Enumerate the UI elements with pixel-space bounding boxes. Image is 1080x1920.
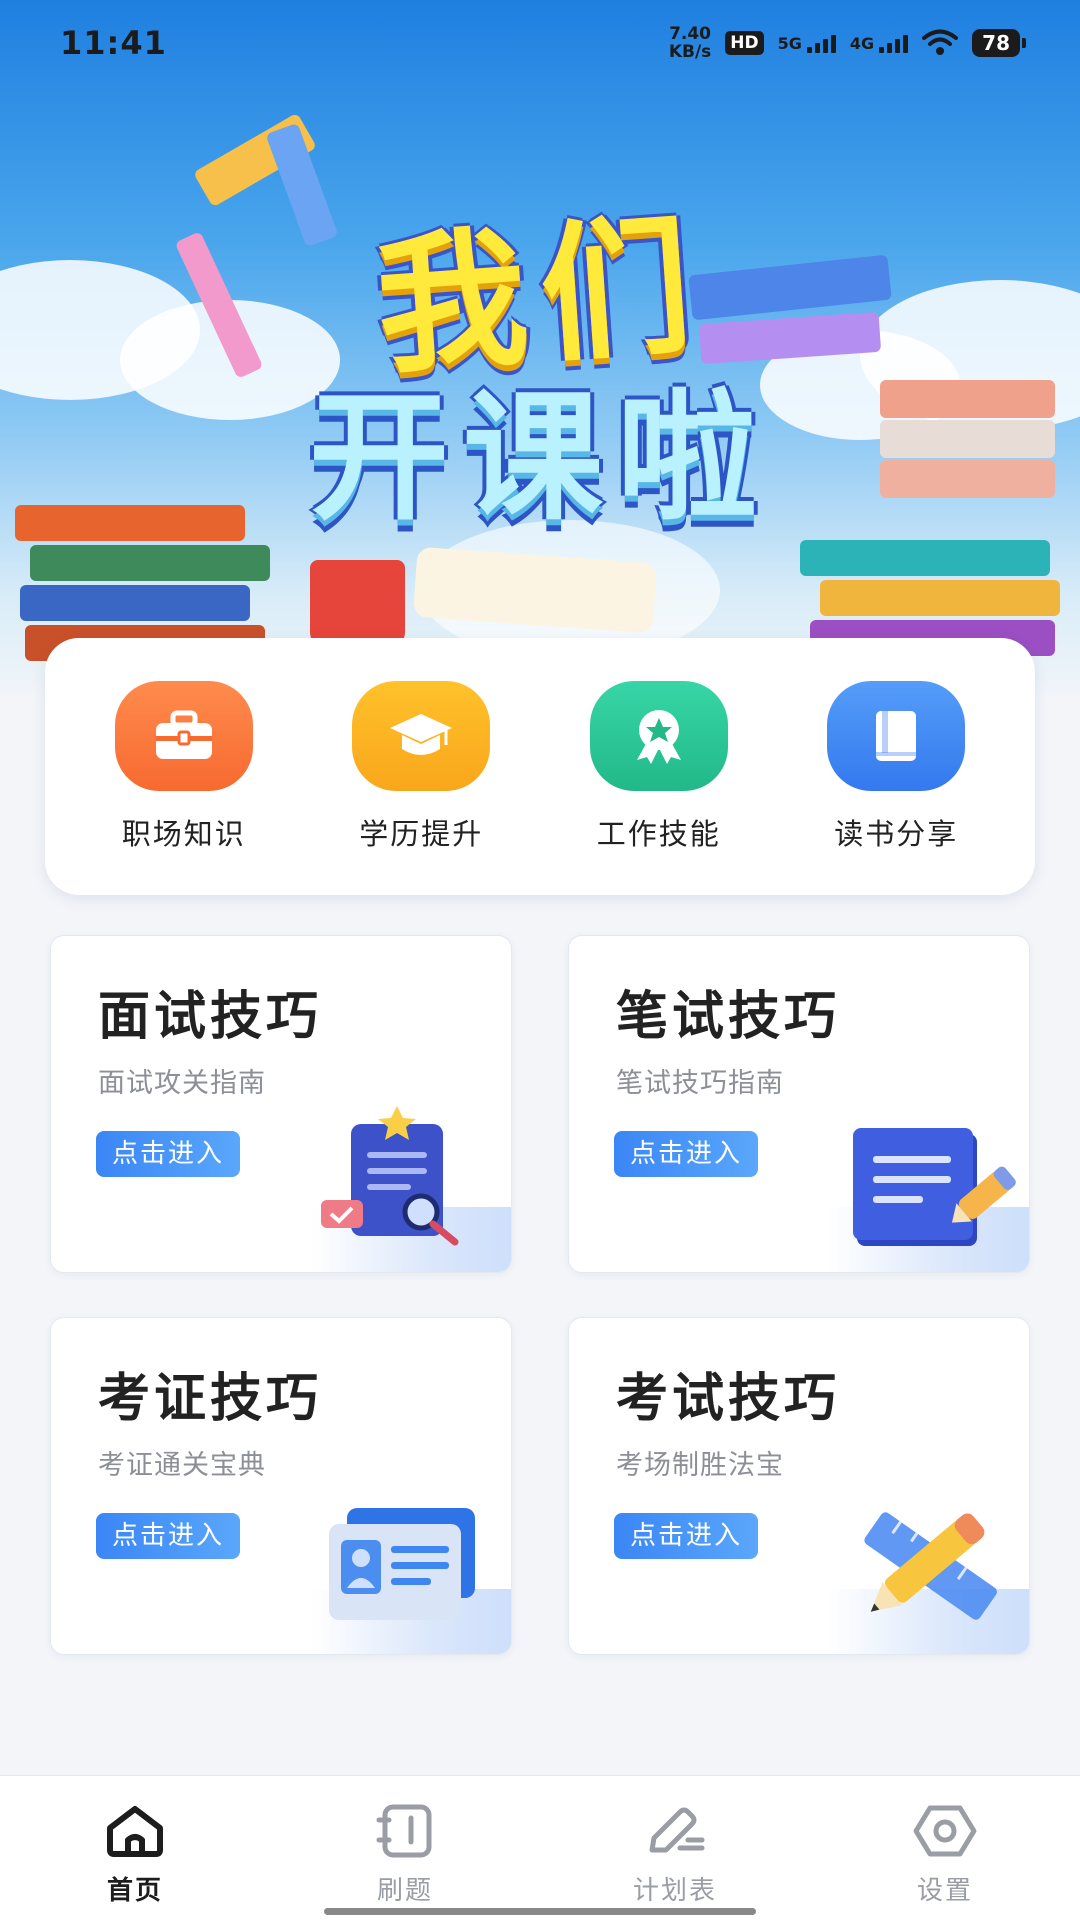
category-label: 学历提升	[359, 816, 484, 851]
network-speed: 7.40 KB/s	[668, 24, 712, 62]
category-work-skills[interactable]: 工作技能	[559, 680, 759, 853]
category-label: 工作技能	[596, 816, 721, 851]
skill-subtitle: 笔试技巧指南	[616, 1068, 784, 1099]
category-label: 职场知识	[121, 816, 246, 851]
enter-button[interactable]: 点击进入	[96, 1513, 241, 1559]
signal-5g-icon: 5G	[778, 34, 836, 53]
notebook-icon	[376, 1804, 432, 1858]
tab-label: 计划表	[632, 1876, 717, 1906]
edit-pen-icon	[649, 1807, 705, 1853]
tab-label: 首页	[106, 1876, 163, 1906]
signal-4g-icon: 4G	[850, 34, 909, 53]
id-card-icon	[329, 1508, 475, 1620]
document-pencil-icon	[853, 1128, 1016, 1246]
tab-label: 设置	[916, 1876, 973, 1906]
book-icon	[827, 680, 966, 791]
skill-card-certification[interactable]: 考证技巧 考证通关宝典 点击进入	[50, 1317, 512, 1655]
wifi-icon	[922, 29, 959, 55]
award-badge-icon	[589, 680, 728, 791]
battery-indicator: 78	[972, 29, 1026, 57]
skill-card-interview[interactable]: 面试技巧 面试攻关指南 点击进入	[50, 935, 512, 1273]
pencil-ruler-icon	[864, 1512, 997, 1620]
home-indicator[interactable]	[324, 1908, 756, 1915]
settings-icon	[913, 1805, 977, 1857]
status-time: 11:41	[60, 24, 167, 62]
tab-practice[interactable]: 刷题	[305, 1776, 505, 1920]
skill-title: 笔试技巧	[616, 987, 841, 1047]
skill-title: 考证技巧	[98, 1369, 323, 1429]
category-book-sharing[interactable]: 读书分享	[796, 680, 996, 853]
home-icon	[107, 1806, 163, 1857]
category-label: 读书分享	[834, 816, 959, 851]
category-card: 职场知识 学历提升 工作技能 读书分享	[45, 638, 1035, 895]
skill-subtitle: 考场制胜法宝	[616, 1450, 784, 1481]
banner-title-line2: 开课啦	[308, 377, 771, 540]
enter-button[interactable]: 点击进入	[614, 1131, 759, 1177]
skill-subtitle: 考证通关宝典	[98, 1450, 266, 1481]
tab-settings[interactable]: 设置	[845, 1776, 1045, 1920]
clipboard-search-icon	[321, 1106, 459, 1246]
enter-button[interactable]: 点击进入	[614, 1513, 759, 1559]
skill-card-written-test[interactable]: 笔试技巧 笔试技巧指南 点击进入	[568, 935, 1030, 1273]
briefcase-icon	[114, 680, 253, 791]
skill-title: 考试技巧	[616, 1369, 841, 1429]
category-workplace-knowledge[interactable]: 职场知识	[84, 680, 284, 853]
tab-label: 刷题	[376, 1876, 433, 1906]
status-bar: 11:41 7.40 KB/s HD 5G 4G 78	[0, 0, 1080, 86]
tab-schedule[interactable]: 计划表	[575, 1776, 775, 1920]
enter-button[interactable]: 点击进入	[96, 1131, 241, 1177]
skill-card-exam[interactable]: 考试技巧 考场制胜法宝 点击进入	[568, 1317, 1030, 1655]
category-education-upgrade[interactable]: 学历提升	[321, 680, 521, 853]
graduation-cap-icon	[352, 680, 491, 791]
skill-subtitle: 面试攻关指南	[98, 1068, 266, 1099]
hd-badge: HD	[725, 31, 764, 55]
bottom-tab-bar: 首页 刷题 计划表 设置	[0, 1775, 1080, 1920]
tab-home[interactable]: 首页	[35, 1776, 235, 1920]
hero-banner: 我们 开课啦	[0, 0, 1080, 700]
skill-title: 面试技巧	[98, 987, 323, 1047]
